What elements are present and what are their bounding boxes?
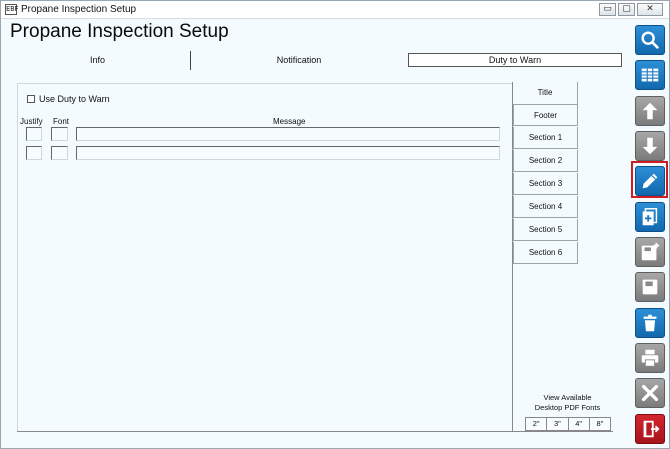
tab-bar: Info Notification Duty to Warn xyxy=(5,51,625,71)
save-as-new-button[interactable] xyxy=(635,237,665,267)
justify-field-row-1[interactable] xyxy=(26,127,42,141)
pdf-font-size-buttons: 2" 3" 4" 8" xyxy=(525,417,611,431)
page-title: Propane Inspection Setup xyxy=(10,21,229,42)
message-column-header: Message xyxy=(273,117,306,126)
cancel-button[interactable] xyxy=(635,378,665,408)
pdf-font-2in-button[interactable]: 2" xyxy=(525,417,548,431)
section-tab-section-2[interactable]: Section 2 xyxy=(513,150,578,172)
font-field-row-2[interactable] xyxy=(51,146,68,160)
delete-button[interactable] xyxy=(635,308,665,338)
window-title: Propane Inspection Setup xyxy=(21,4,137,15)
section-tab-section-6[interactable]: Section 6 xyxy=(513,242,578,264)
message-field-row-1[interactable] xyxy=(76,127,500,141)
edit-button[interactable] xyxy=(635,166,665,196)
font-field-row-1[interactable] xyxy=(51,127,68,141)
arrow-down-icon xyxy=(642,137,658,155)
message-field-row-2[interactable] xyxy=(76,146,500,160)
trash-icon xyxy=(643,314,657,332)
search-icon xyxy=(641,31,659,49)
use-duty-to-warn-checkbox[interactable] xyxy=(27,95,35,103)
add-record-button[interactable] xyxy=(635,202,665,232)
app-logo-icon: EBF xyxy=(5,4,19,15)
tab-duty-to-warn[interactable]: Duty to Warn xyxy=(408,53,622,67)
save-icon xyxy=(642,279,658,295)
section-tab-title[interactable]: Title xyxy=(513,82,578,104)
move-up-button[interactable] xyxy=(635,96,665,126)
section-tab-footer[interactable]: Footer xyxy=(513,104,578,126)
exit-button[interactable] xyxy=(635,414,665,444)
title-bar: EBF Propane Inspection Setup ▭ ▢ ✕ xyxy=(1,1,669,19)
section-tab-section-1[interactable]: Section 1 xyxy=(513,127,578,149)
section-tab-section-3[interactable]: Section 3 xyxy=(513,173,578,195)
exit-door-icon xyxy=(643,420,660,438)
pencil-edit-icon xyxy=(642,173,658,189)
justify-column-header: Justify xyxy=(20,117,43,126)
window-controls: ▭ ▢ ✕ xyxy=(599,3,663,16)
section-tab-section-5[interactable]: Section 5 xyxy=(513,219,578,241)
pdf-fonts-label-line-1: View Available xyxy=(543,393,592,402)
table-view-button[interactable] xyxy=(635,60,665,90)
print-icon xyxy=(641,349,659,367)
save-new-icon xyxy=(641,242,660,261)
section-tab-section-4[interactable]: Section 4 xyxy=(513,196,578,218)
pdf-font-8in-button[interactable]: 8" xyxy=(588,417,611,431)
move-down-button[interactable] xyxy=(635,131,665,161)
panel-bottom-border xyxy=(17,431,613,433)
search-button[interactable] xyxy=(635,25,665,55)
add-document-icon xyxy=(642,208,658,226)
tab-notification[interactable]: Notification xyxy=(192,51,406,70)
use-duty-to-warn-row[interactable]: Use Duty to Warn xyxy=(27,94,110,104)
close-button[interactable]: ✕ xyxy=(637,3,663,16)
cancel-x-icon xyxy=(641,384,659,402)
minimize-button[interactable]: ▭ xyxy=(599,3,616,16)
pdf-fonts-box: View Available Desktop PDF Fonts 2" 3" 4… xyxy=(525,393,611,431)
app-window: EBF Propane Inspection Setup ▭ ▢ ✕ Propa… xyxy=(0,0,670,449)
arrow-up-icon xyxy=(642,102,658,120)
print-button[interactable] xyxy=(635,343,665,373)
pdf-font-3in-button[interactable]: 3" xyxy=(546,417,569,431)
font-column-header: Font xyxy=(53,117,70,126)
table-grid-icon xyxy=(641,68,659,82)
use-duty-to-warn-label: Use Duty to Warn xyxy=(39,94,110,104)
maximize-button[interactable]: ▢ xyxy=(618,3,635,16)
justify-field-row-2[interactable] xyxy=(26,146,42,160)
tab-info[interactable]: Info xyxy=(5,51,191,70)
save-button[interactable] xyxy=(635,272,665,302)
view-pdf-fonts-label: View Available Desktop PDF Fonts xyxy=(525,393,610,413)
pdf-font-4in-button[interactable]: 4" xyxy=(567,417,590,431)
pdf-fonts-label-line-2: Desktop PDF Fonts xyxy=(534,403,601,412)
